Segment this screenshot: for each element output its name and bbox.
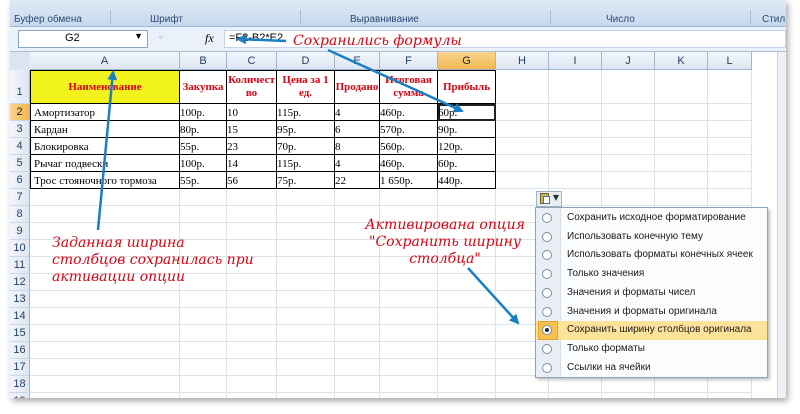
arrow-to-menu-option bbox=[467, 267, 520, 325]
arrow-to-cell-g2 bbox=[327, 48, 464, 113]
arrow-to-formula bbox=[236, 34, 287, 45]
annotation-arrows bbox=[96, 34, 520, 325]
excel-window: Буфер обмена Шрифт Выравнивание Число Ст… bbox=[10, 0, 786, 398]
arrow-to-column-a bbox=[96, 70, 118, 231]
